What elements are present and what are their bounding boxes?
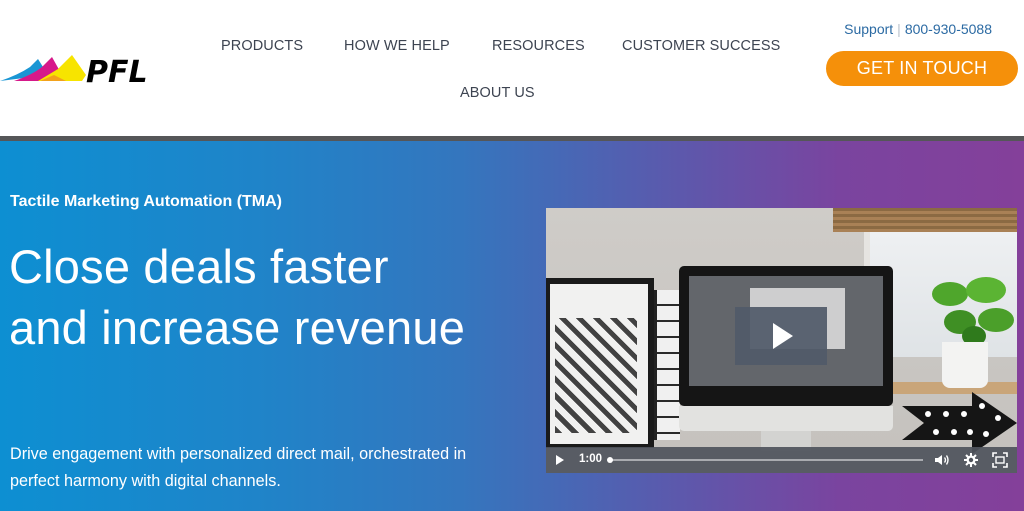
- nav-about-us[interactable]: ABOUT US: [460, 85, 535, 101]
- video-progress-bar[interactable]: [607, 457, 923, 463]
- hero-headline: Close deals faster and increase revenue: [9, 240, 466, 354]
- progress-handle[interactable]: [607, 457, 613, 463]
- pfl-logo[interactable]: PFL: [0, 53, 170, 90]
- fullscreen-icon[interactable]: [992, 452, 1008, 468]
- thumbnail-monitor-chin: [679, 406, 893, 431]
- video-player[interactable]: 1:00: [546, 208, 1017, 473]
- support-separator: |: [897, 21, 901, 37]
- video-controls: 1:00: [546, 447, 1017, 473]
- volume-icon[interactable]: [934, 452, 950, 468]
- thumbnail-art-frame: [546, 278, 654, 448]
- video-current-time: 1:00: [579, 453, 603, 465]
- thumbnail-board: [654, 290, 680, 440]
- support-contact: Support | 800-930-5088: [844, 21, 992, 37]
- logo-mountains-icon: PFL: [0, 55, 148, 90]
- thumbnail-marquee-arrow: [902, 392, 1017, 454]
- gear-icon[interactable]: [963, 452, 979, 468]
- site-header: PFL PRODUCTS HOW WE HELP RESOURCES CUSTO…: [0, 0, 1024, 136]
- nav-products[interactable]: PRODUCTS: [221, 38, 303, 54]
- support-link[interactable]: Support: [844, 21, 893, 37]
- nav-customer-success[interactable]: CUSTOMER SUCCESS: [622, 38, 780, 54]
- play-icon: [773, 323, 793, 349]
- nav-how-we-help[interactable]: HOW WE HELP: [344, 38, 450, 54]
- svg-text:PFL: PFL: [86, 55, 148, 87]
- hero-section: Tactile Marketing Automation (TMA) Close…: [0, 141, 1024, 511]
- big-play-button[interactable]: [735, 307, 827, 365]
- thumbnail-blind: [833, 208, 1017, 232]
- get-in-touch-button[interactable]: GET IN TOUCH: [826, 51, 1018, 86]
- hero-subtext: Drive engagement with personalized direc…: [10, 445, 467, 490]
- nav-resources[interactable]: RESOURCES: [492, 38, 585, 54]
- play-icon[interactable]: [556, 455, 564, 465]
- phone-link[interactable]: 800-930-5088: [905, 21, 992, 37]
- hero-eyebrow: Tactile Marketing Automation (TMA): [10, 193, 282, 210]
- thumbnail-pot: [942, 342, 988, 388]
